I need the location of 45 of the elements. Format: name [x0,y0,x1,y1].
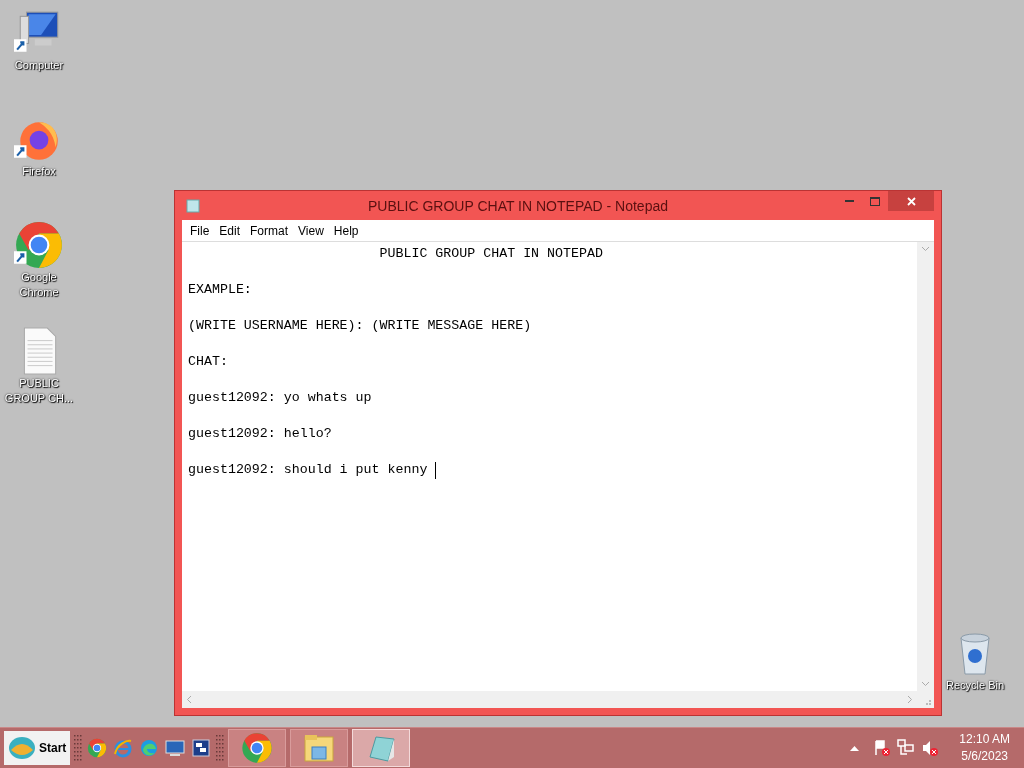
monitor-icon[interactable] [165,739,185,757]
browser-icon[interactable] [87,738,107,758]
text-cursor [435,461,437,479]
shell-icon [8,734,36,762]
chevron-down-icon[interactable] [921,681,930,687]
notepad-icon [186,198,200,213]
menu-item[interactable]: File [186,223,216,238]
text-line: guest12092: yo whats up [188,389,372,407]
minimize-icon [844,200,854,202]
icon-label[interactable]: Computer [9,58,69,73]
windows-icon[interactable] [192,739,210,757]
browser-icon[interactable] [241,732,273,764]
close-icon [906,196,916,206]
folder-icon[interactable] [303,733,335,763]
text-line: EXAMPLE: [188,281,252,299]
text-line: CHAT: [188,353,228,371]
start-button[interactable]: Start [4,731,70,765]
gripper-icon[interactable] [74,733,82,763]
taskbar-button[interactable] [228,729,286,767]
text-line: (WRITE USERNAME HERE): (WRITE MESSAGE HERE) [188,317,532,335]
text-line: guest12092: hello? [188,425,332,443]
menu-item[interactable]: Help [329,223,365,238]
menu-item[interactable]: View [294,223,330,238]
window-title: PUBLIC GROUP CHAT IN NOTEPAD - Notepad [366,197,669,214]
close-button[interactable] [888,191,934,211]
flag-icon[interactable] [873,739,892,757]
maximize-icon [870,196,880,206]
browser-icon[interactable] [14,220,64,270]
gripper-icon[interactable] [216,733,224,763]
clock-date[interactable]: 5/6/2023 [961,748,1008,765]
chevron-right-icon[interactable] [907,695,913,704]
vertical-scrollbar[interactable] [917,242,934,691]
text-line: guest12092: should i put kenny [188,461,429,479]
speaker-muted-icon[interactable] [921,739,940,757]
show-hidden-icons-icon[interactable] [850,745,860,751]
menu-item[interactable]: Format [246,223,295,238]
notepad-icon[interactable] [366,733,396,763]
horizontal-scrollbar[interactable] [182,691,917,708]
text-line: PUBLIC GROUP CHAT IN NOTEPAD [378,245,603,263]
clock-time[interactable]: 12:10 AM [959,731,1010,748]
taskbar-button[interactable] [290,729,348,767]
chevron-left-icon[interactable] [186,695,192,704]
network-icon[interactable] [897,739,916,757]
chevron-down-icon[interactable] [921,246,930,252]
menu-item[interactable]: Edit [215,223,247,238]
